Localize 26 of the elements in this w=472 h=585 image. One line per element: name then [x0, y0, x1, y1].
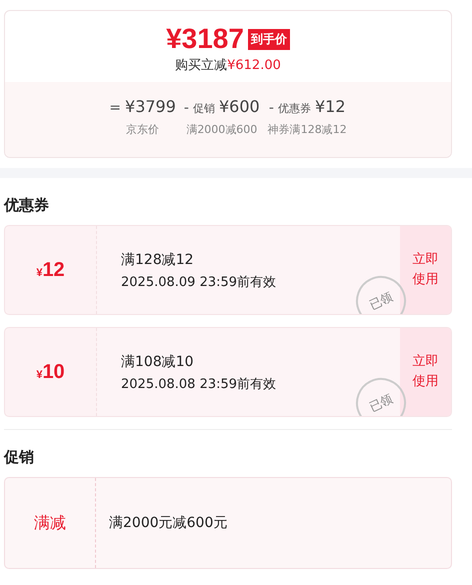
- operator: -: [268, 100, 274, 116]
- use-now-button[interactable]: 立即使用: [400, 328, 451, 416]
- breakdown-label: 促销: [192, 101, 215, 116]
- section-title: 促销: [4, 448, 35, 467]
- operator: =: [109, 100, 122, 116]
- coupon-validity: 2025.08.08 23:59前有效: [121, 376, 278, 393]
- breakdown-amount: ¥600: [218, 97, 260, 116]
- breakdown-amount: ¥12: [314, 97, 346, 116]
- operator: -: [184, 100, 189, 116]
- saving-text: 购买立减¥612.00: [175, 57, 281, 74]
- coupon-validity: 2025.08.09 23:59前有效: [121, 274, 278, 291]
- final-price: ¥3187: [166, 23, 244, 55]
- breakdown-amount: ¥3799: [125, 97, 176, 116]
- coupon-condition: 满128减12: [121, 251, 195, 269]
- use-now-button[interactable]: 立即使用: [400, 226, 451, 314]
- breakdown-note: 满2000减600: [186, 122, 258, 137]
- promotion-tag: 满减: [5, 478, 96, 568]
- coupon-value: ¥10: [36, 360, 65, 384]
- breakdown-note: 京东价: [126, 122, 160, 137]
- coupon-condition: 满108减10: [121, 353, 195, 371]
- section-title: 优惠券: [4, 196, 50, 215]
- price-tag: 到手价: [248, 28, 290, 50]
- promotion-description: 满2000元减600元: [108, 514, 228, 533]
- coupon-value: ¥12: [36, 258, 65, 282]
- breakdown-label: 优惠券: [278, 101, 311, 116]
- breakdown-note: 神券满128减12: [268, 122, 347, 137]
